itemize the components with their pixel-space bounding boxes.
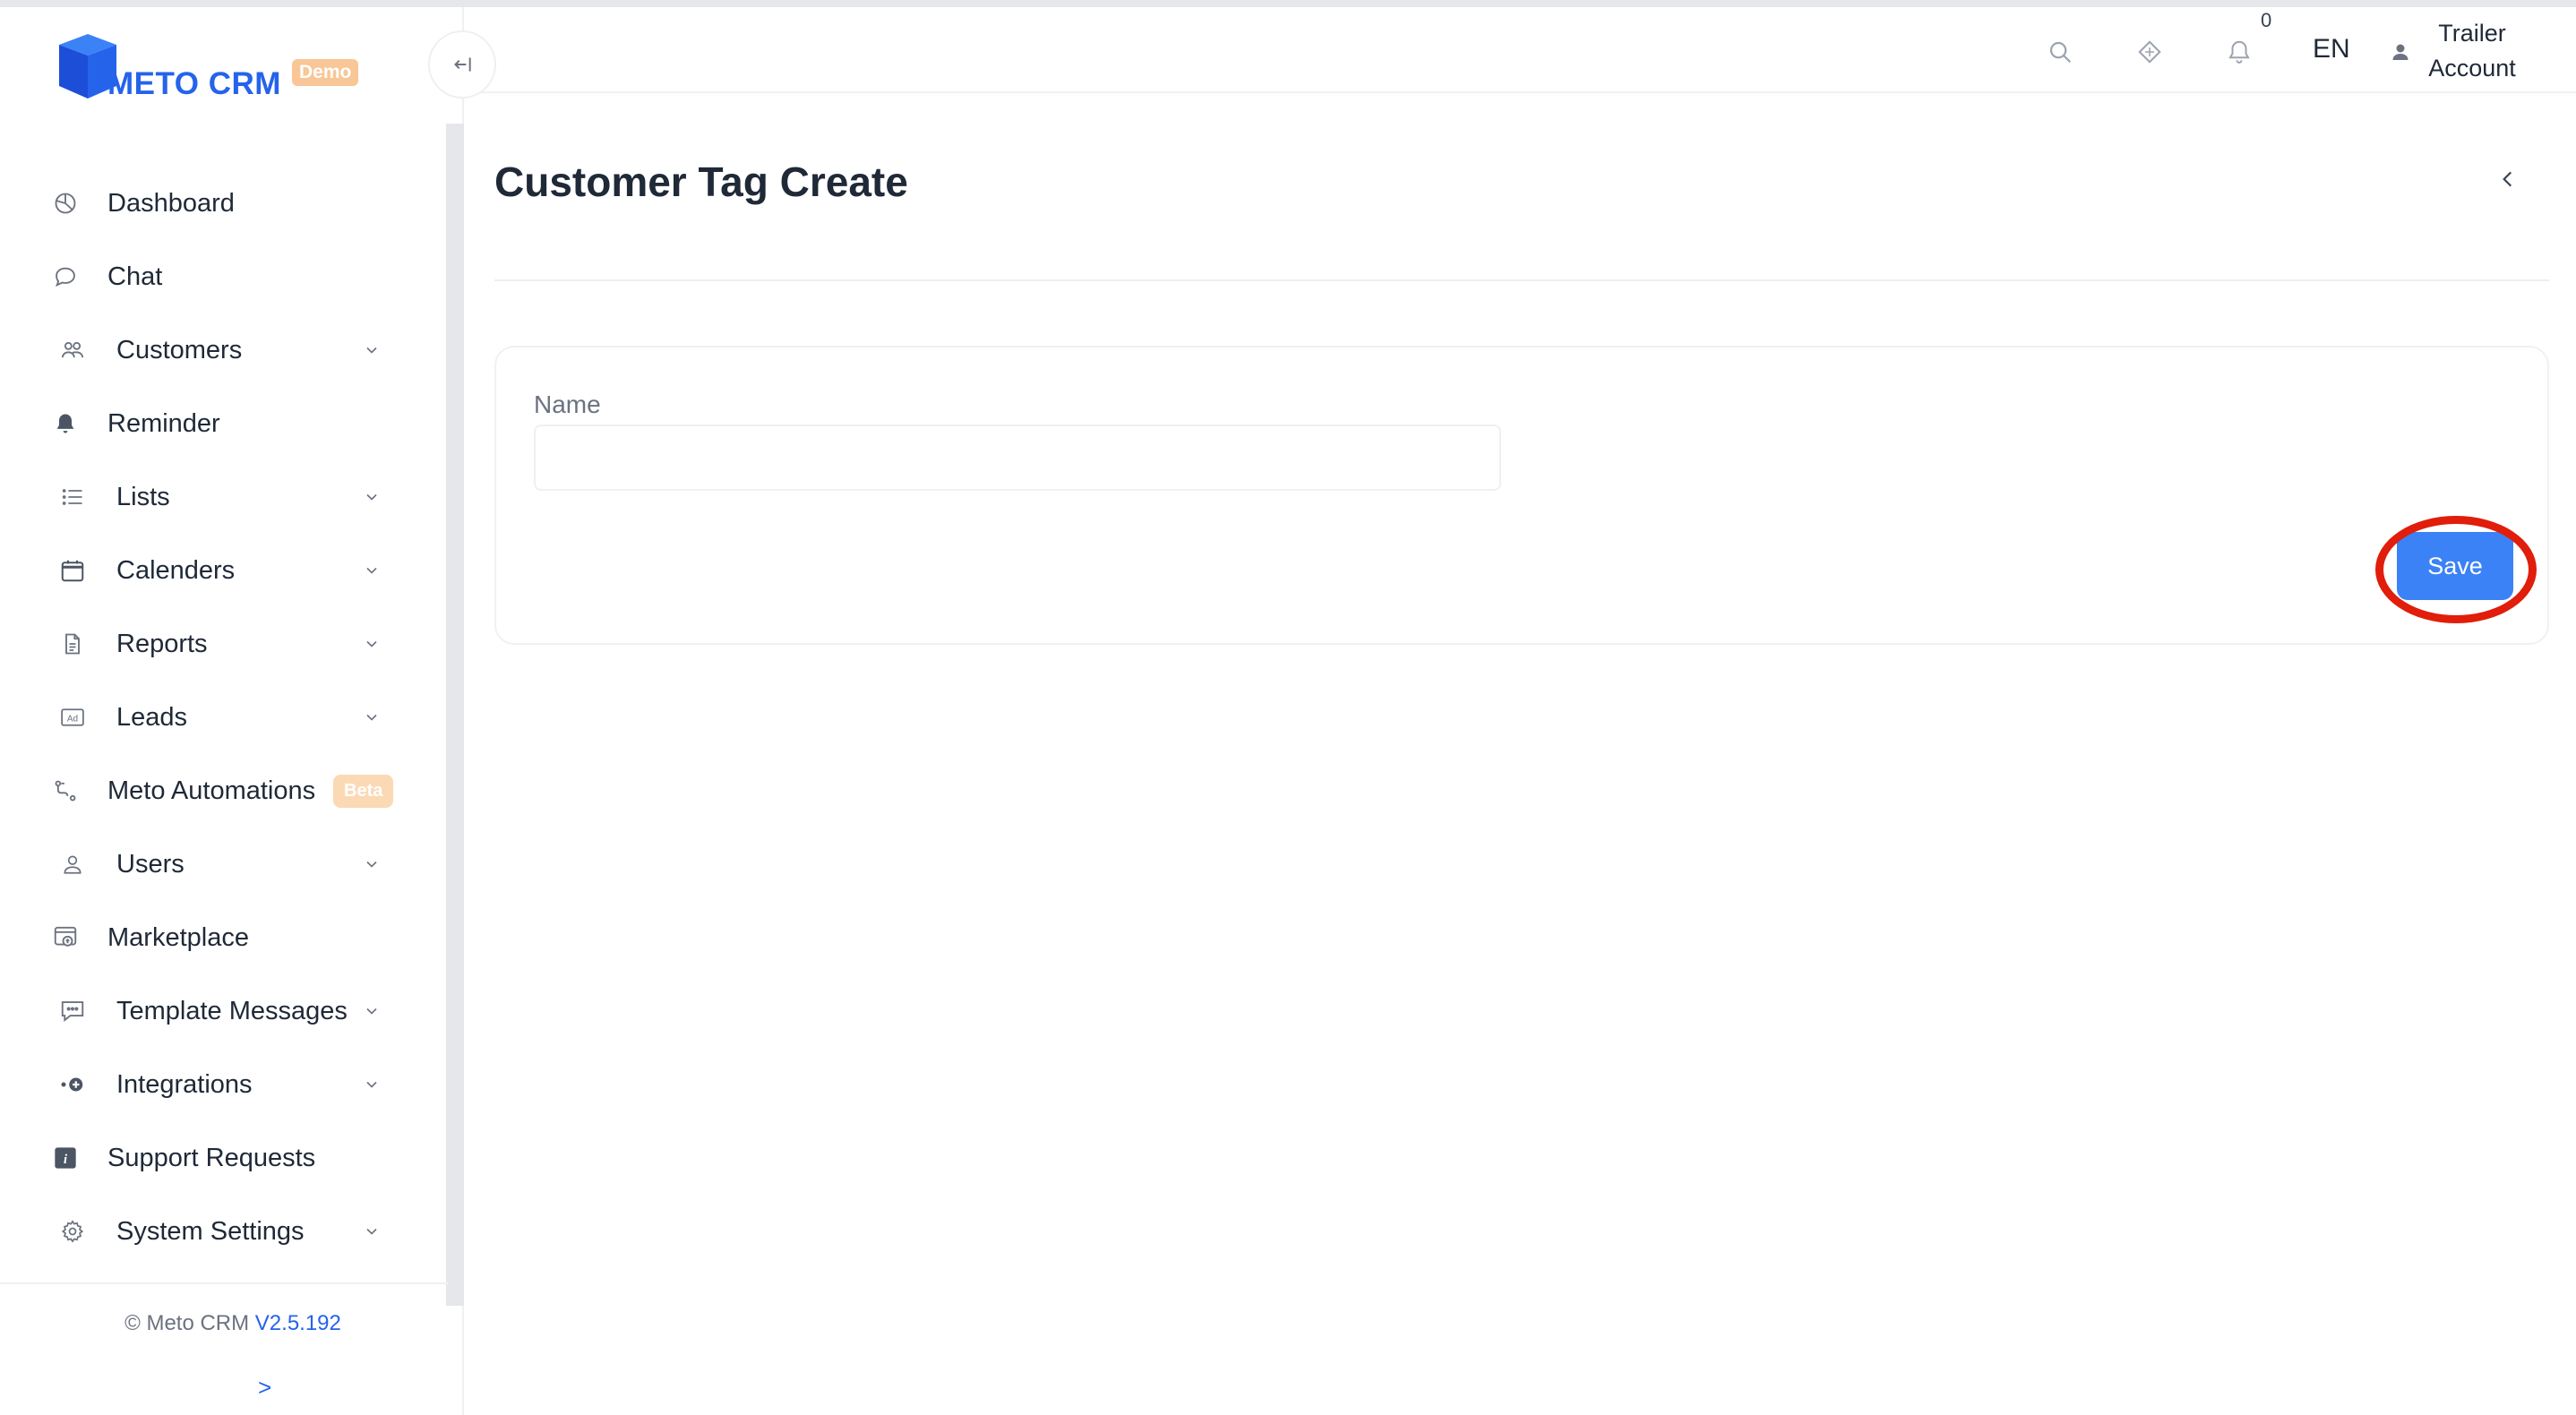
sidebar-item-marketplace[interactable]: Marketplace: [0, 901, 412, 974]
sidebar-item-label: Integrations: [116, 1069, 253, 1099]
user-account-menu[interactable]: Trailer Account: [2418, 16, 2526, 86]
demo-badge: Demo: [292, 59, 359, 86]
sidebar-item-lists[interactable]: Lists: [0, 460, 412, 534]
sidebar-item-integrations[interactable]: Integrations: [0, 1048, 412, 1121]
sidebar-item-customers[interactable]: Customers: [0, 313, 412, 387]
name-input[interactable]: [534, 424, 1501, 491]
sidebar-item-label: Template Messages: [116, 996, 348, 1025]
list-icon: [59, 484, 86, 510]
back-chevron-icon[interactable]: [2492, 161, 2524, 197]
integrations-icon: [59, 1071, 86, 1098]
page-title: Customer Tag Create: [494, 159, 908, 205]
diamond-icon[interactable]: [2132, 34, 2168, 70]
sidebar-item-system-settings[interactable]: System Settings: [0, 1195, 412, 1268]
search-icon[interactable]: [2042, 34, 2078, 70]
sidebar-item-reminder[interactable]: Reminder: [0, 387, 412, 460]
collapse-sidebar-button[interactable]: [428, 30, 496, 99]
language-selector[interactable]: EN: [2313, 34, 2350, 64]
sidebar-scrollbar[interactable]: [446, 124, 464, 1306]
svg-text:Ad: Ad: [67, 714, 78, 724]
chevron-down-icon: [358, 557, 385, 584]
automation-icon: [52, 777, 79, 804]
chevron-down-icon: [358, 630, 385, 657]
tag-form-card: Name Save: [494, 346, 2549, 645]
notification-count: 0: [2261, 9, 2272, 31]
user-icon: [59, 851, 86, 878]
sidebar-item-label: Lists: [116, 482, 170, 511]
chevron-down-icon: [358, 1218, 385, 1245]
top-header: 0 EN Trailer Account: [464, 7, 2576, 93]
sidebar-item-calenders[interactable]: Calenders: [0, 534, 412, 607]
report-icon: [59, 630, 86, 657]
name-field-label: Name: [534, 390, 601, 418]
sidebar-footer: © Meto CRM V2.5.192 >: [0, 1282, 448, 1415]
copyright-text: © Meto CRM V2.5.192: [0, 1311, 466, 1336]
expand-sidebar-button[interactable]: >: [258, 1374, 271, 1402]
chevron-down-icon: [358, 337, 385, 364]
copyright-label: © Meto CRM: [125, 1311, 250, 1335]
chevron-down-icon: [358, 1071, 385, 1098]
sidebar-item-label: Calenders: [116, 555, 236, 585]
save-button[interactable]: Save: [2397, 532, 2513, 600]
user-name-line2: Account: [2428, 55, 2516, 81]
notification-bell-icon[interactable]: [2221, 34, 2257, 70]
sidebar-item-label: Meto Automations: [107, 776, 316, 805]
bell-icon: [52, 410, 79, 437]
logo-text: METO CRM: [107, 66, 281, 101]
chevron-down-icon: [358, 851, 385, 878]
customers-icon: [59, 337, 86, 364]
sidebar: METO CRM Demo Dashboard Chat Customers R…: [0, 7, 464, 1415]
user-avatar-icon[interactable]: [2390, 41, 2413, 64]
sidebar-item-support-requests[interactable]: i Support Requests: [0, 1121, 412, 1195]
chevron-down-icon: [358, 998, 385, 1025]
info-icon: i: [52, 1145, 79, 1171]
sidebar-item-users[interactable]: Users: [0, 828, 412, 901]
sidebar-item-label: Customers: [116, 335, 243, 364]
chevron-down-icon: [358, 484, 385, 510]
window-top-border: [0, 0, 2576, 7]
sidebar-item-label: Support Requests: [107, 1143, 316, 1172]
sidebar-item-leads[interactable]: Ad Leads: [0, 681, 412, 754]
sidebar-item-dashboard[interactable]: Dashboard: [0, 167, 412, 240]
sidebar-item-label: Reminder: [107, 408, 220, 438]
app-logo[interactable]: METO CRM Demo: [48, 27, 371, 107]
marketplace-icon: [52, 924, 79, 951]
sidebar-item-label: Users: [116, 849, 185, 879]
dashboard-icon: [52, 190, 79, 217]
collapse-arrow-icon: [454, 57, 471, 72]
sidebar-item-label: Reports: [116, 629, 208, 658]
sidebar-item-reports[interactable]: Reports: [0, 607, 412, 681]
beta-badge: Beta: [333, 774, 394, 808]
sidebar-item-template-messages[interactable]: Template Messages: [0, 974, 412, 1048]
sidebar-item-label: Marketplace: [107, 922, 249, 952]
sidebar-item-chat[interactable]: Chat: [0, 240, 412, 313]
user-name-line1: Trailer: [2438, 20, 2506, 47]
sidebar-item-label: Dashboard: [107, 188, 235, 218]
chevron-down-icon: [358, 704, 385, 731]
sidebar-item-label: Chat: [107, 262, 163, 291]
sidebar-item-meto-automations[interactable]: Meto Automations Beta: [0, 754, 412, 828]
gear-icon: [59, 1218, 86, 1245]
sidebar-item-label: Leads: [116, 702, 188, 732]
chat-icon: [52, 263, 79, 290]
ad-icon: Ad: [59, 704, 86, 731]
template-message-icon: [59, 998, 86, 1025]
sidebar-item-label: System Settings: [116, 1216, 305, 1246]
version-link[interactable]: V2.5.192: [255, 1311, 341, 1335]
calendar-icon: [59, 557, 86, 584]
title-divider: [494, 279, 2549, 281]
